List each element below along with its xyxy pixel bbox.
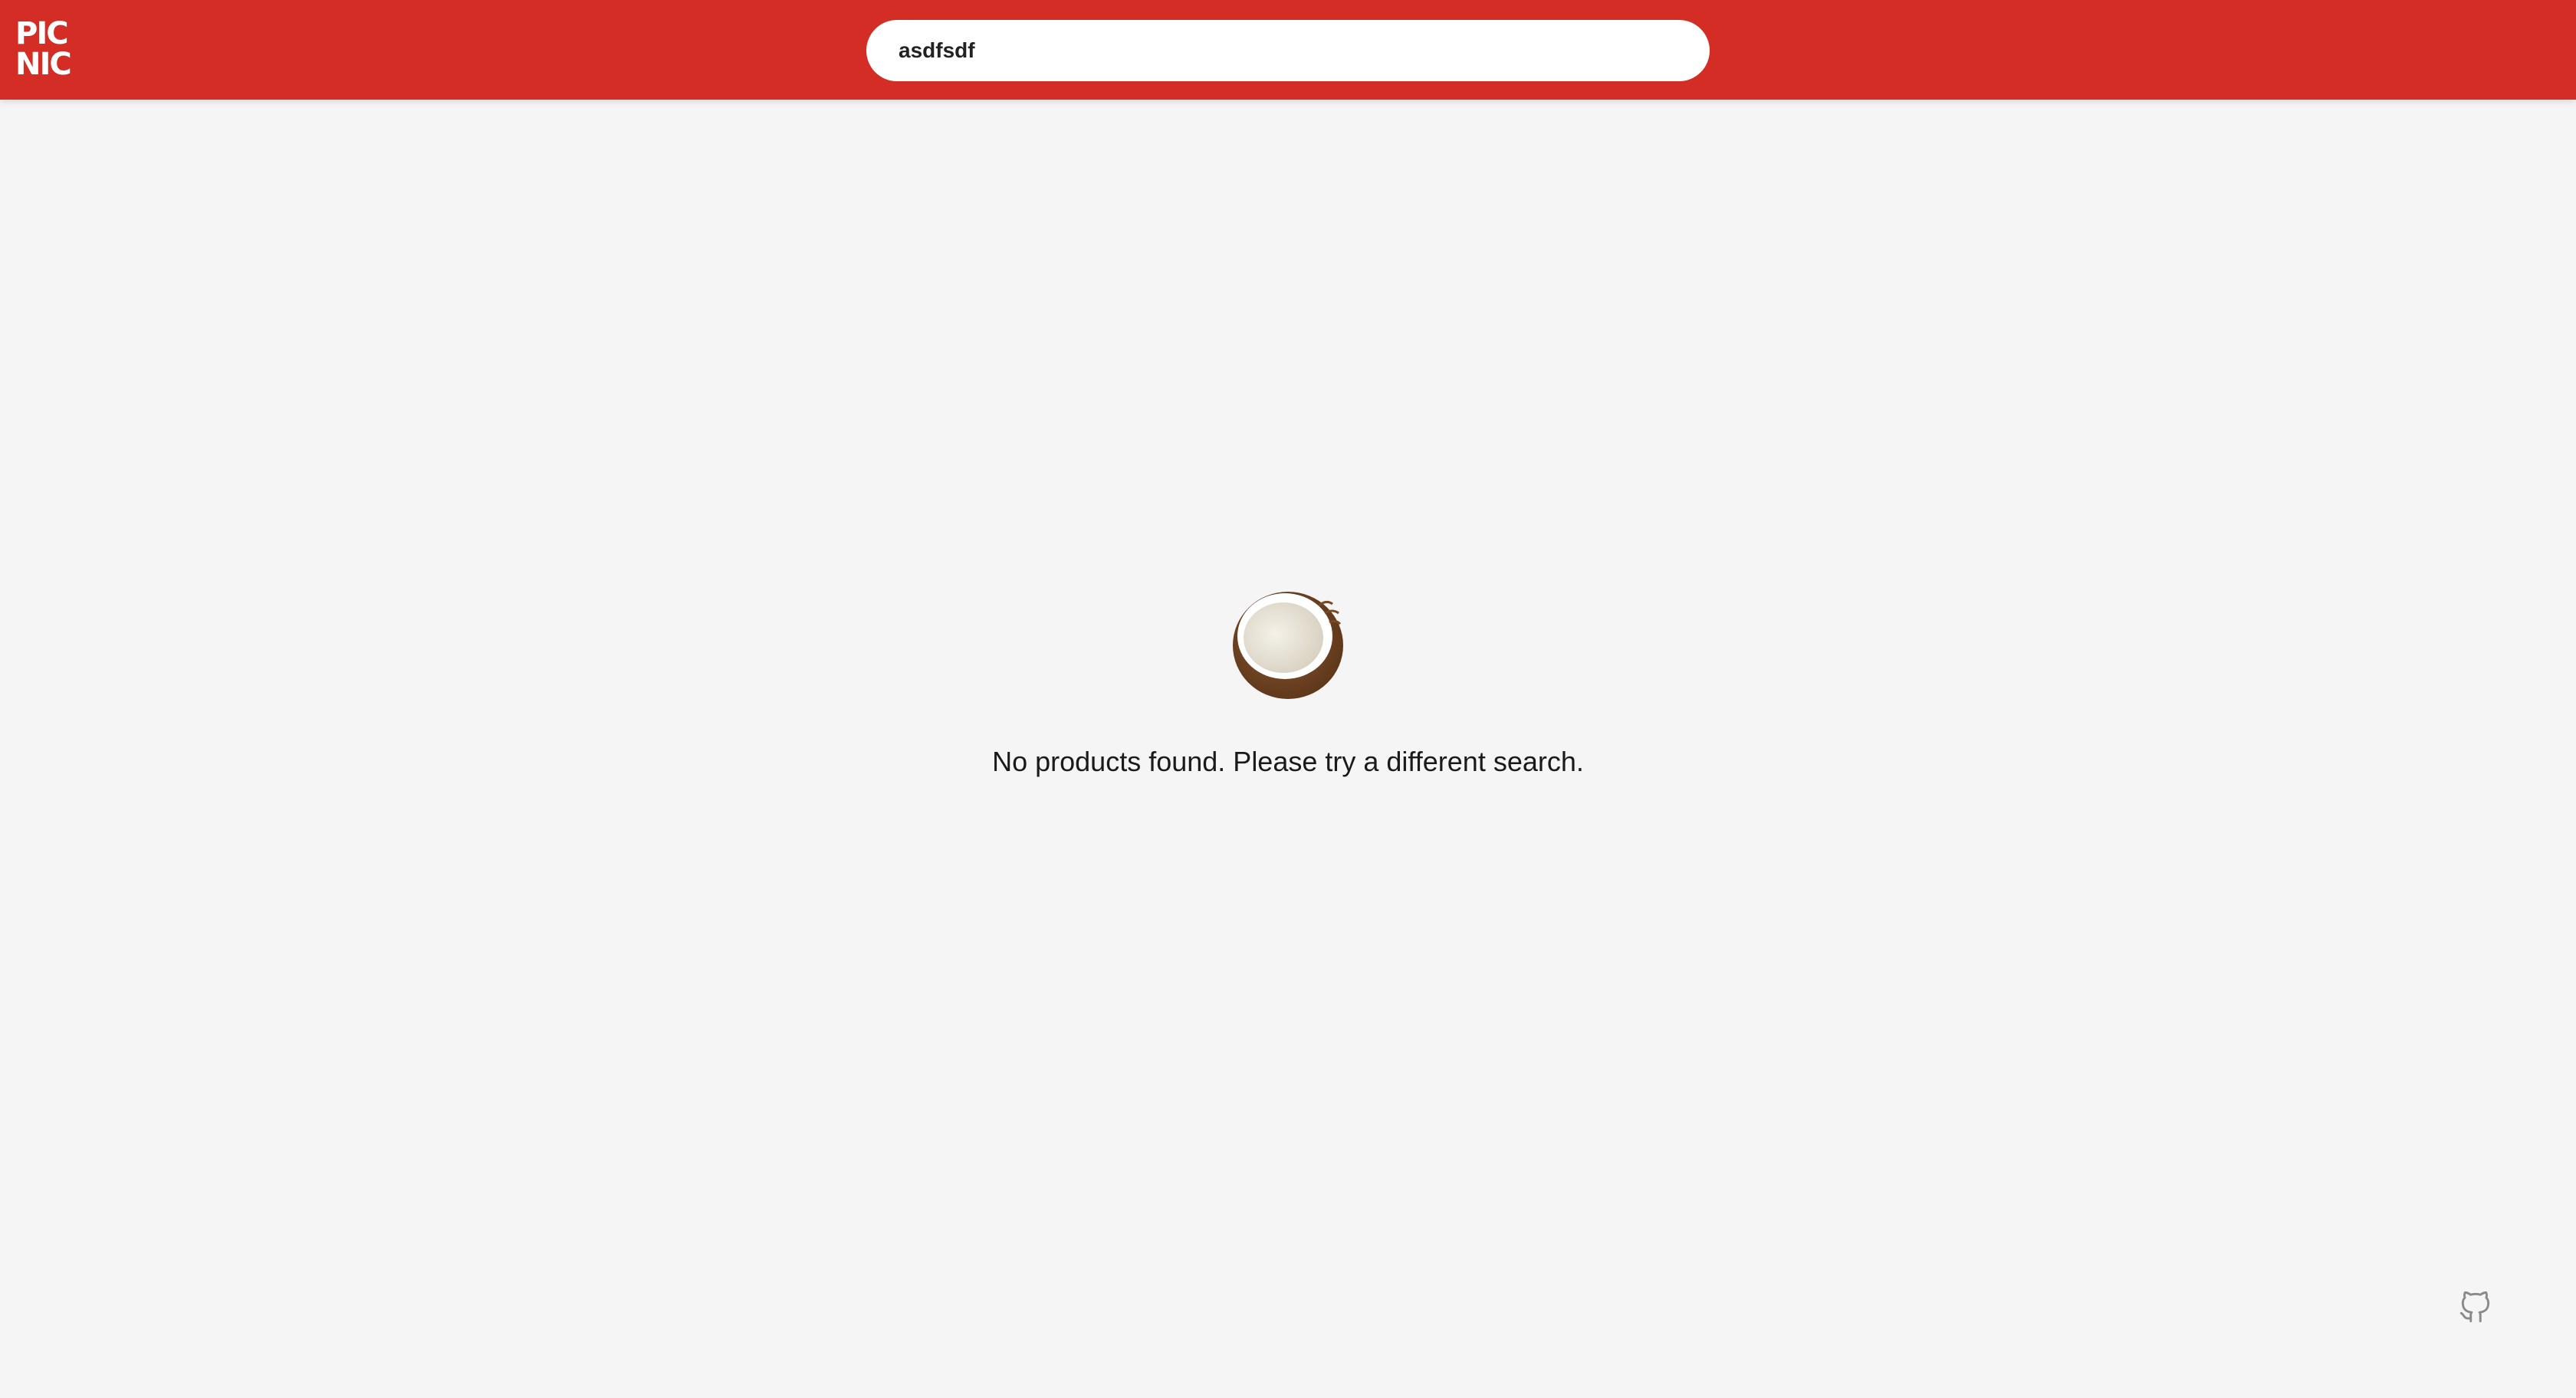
app-header: PIC NIC [0, 0, 2576, 100]
search-bar[interactable] [866, 20, 1710, 81]
empty-state: No products found. Please try a differen… [0, 582, 2576, 778]
no-results-message: No products found. Please try a differen… [992, 746, 1584, 777]
search-input[interactable] [897, 38, 1679, 64]
picnic-logo[interactable]: PIC NIC [15, 18, 86, 83]
coconut-icon [1233, 592, 1343, 699]
logo-line-2: NIC [15, 47, 72, 82]
github-icon[interactable] [2456, 1288, 2495, 1326]
logo-line-1: PIC [15, 16, 69, 51]
